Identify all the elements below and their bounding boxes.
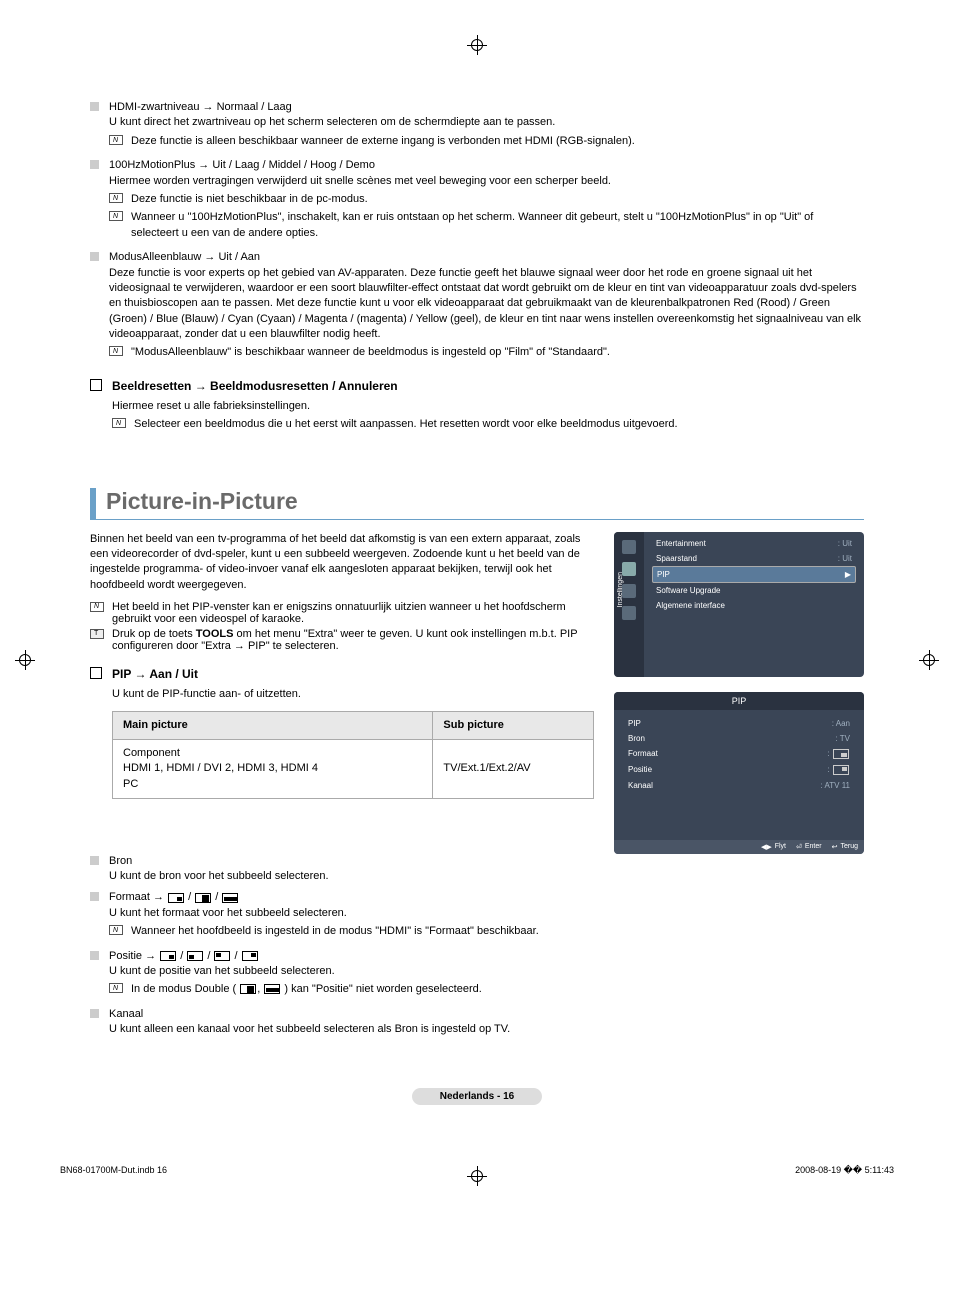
menu-row: Kanaal: ATV 11 [624, 778, 854, 793]
note-text: Wanneer het hoofdbeeld is ingesteld in d… [131, 924, 539, 939]
menu-row-selected: PIP▶ [652, 566, 856, 583]
note-icon [109, 193, 123, 203]
format-double-v-icon [264, 984, 280, 994]
menu-row: Bron: TV [624, 731, 854, 746]
item-title: Formaat → / / [109, 890, 864, 905]
note-icon [109, 211, 123, 221]
table-header: Sub picture [433, 711, 594, 739]
item-desc: U kunt de bron voor het subbeeld selecte… [109, 869, 864, 884]
table-cell: TV/Ext.1/Ext.2/AV [433, 739, 594, 798]
note-text: In de modus Double ( , ) kan "Positie" n… [131, 982, 482, 997]
enter-icon: ⏎ [796, 843, 802, 851]
menu-row: Entertainment: Uit [652, 536, 856, 551]
note-text: "ModusAlleenblauw" is beschikbaar wannee… [131, 345, 610, 360]
note-text: Deze functie is alleen beschikbaar wanne… [131, 134, 635, 149]
menu-header: PIP [614, 692, 864, 710]
menu-row: Software Upgrade [652, 583, 856, 598]
section-title: PIP → Aan / Uit [112, 667, 198, 681]
move-icon: ◀▶ [761, 843, 772, 851]
note-icon [112, 418, 126, 428]
note-text: Wanneer u "100HzMotionPlus", inschakelt,… [131, 210, 864, 241]
bullet-icon [90, 102, 99, 111]
note-text: Het beeld in het PIP-venster kan er enig… [112, 601, 594, 625]
bullet-icon [90, 892, 99, 901]
tools-icon [90, 629, 104, 639]
table-cell: Component HDMI 1, HDMI / DVI 2, HDMI 3, … [113, 739, 433, 798]
note-icon [90, 602, 104, 612]
tv-menu-pip: PIP PIP: Aan Bron: TV Formaat : Positie … [614, 692, 864, 854]
item-blue: ModusAlleenblauw → Uit / Aan Deze functi… [90, 250, 864, 364]
item-desc: U kunt het formaat voor het subbeeld sel… [109, 906, 864, 921]
item-desc: U kunt alleen een kanaal voor het subbee… [109, 1022, 864, 1037]
menu-row: Formaat : [624, 746, 854, 762]
item-desc: Hiermee worden vertragingen verwijderd u… [109, 174, 864, 189]
note-icon [109, 983, 123, 993]
tool-text: Druk op de toets TOOLS om het menu "Extr… [112, 628, 594, 652]
section-title: Beeldresetten → Beeldmodusresetten / Ann… [112, 379, 398, 393]
format-double-h-icon [240, 984, 256, 994]
note-icon [109, 135, 123, 145]
item-desc: U kunt direct het zwartniveau op het sch… [109, 115, 864, 130]
footer-right: 2008-08-19 �� 5:11:43 [795, 1165, 894, 1176]
format-double-h-icon [195, 893, 211, 903]
heading-pip: Picture-in-Picture [90, 488, 864, 520]
item-desc: Deze functie is voor experts op het gebi… [109, 266, 864, 343]
format-double-v-icon [222, 893, 238, 903]
section-pip-onoff: PIP → Aan / Uit [90, 667, 594, 681]
play-icon [622, 540, 636, 554]
gear-icon [622, 562, 636, 576]
bullet-icon [90, 856, 99, 865]
input-icon [622, 584, 636, 598]
item-desc: U kunt de positie van het subbeeld selec… [109, 964, 864, 979]
item-formaat: Formaat → / / U kunt het formaat voor he… [90, 890, 864, 942]
pip-table: Main picture Sub picture Component HDMI … [112, 711, 594, 800]
onoff-desc: U kunt de PIP-functie aan- of uitzetten. [112, 687, 594, 702]
bullet-icon [90, 252, 99, 261]
tv-menu-instellingen: Instellingen Entertainment: Uit Spaarsta… [614, 532, 864, 677]
menu-row: Positie : [624, 762, 854, 778]
item-title: Positie → / / / [109, 949, 864, 964]
pos-tr-icon [242, 951, 258, 961]
return-icon: ↩ [832, 843, 838, 851]
item-motion: 100HzMotionPlus → Uit / Laag / Middel / … [90, 158, 864, 244]
item-title: 100HzMotionPlus → Uit / Laag / Middel / … [109, 158, 864, 173]
note-icon [109, 346, 123, 356]
table-header: Main picture [113, 711, 433, 739]
footer-left: BN68-01700M-Dut.indb 16 [60, 1165, 167, 1176]
note-icon [109, 925, 123, 935]
bullet-icon [90, 951, 99, 960]
item-title: Bron [109, 854, 864, 869]
item-title: Kanaal [109, 1007, 864, 1022]
item-kanaal: Kanaal U kunt alleen een kanaal voor het… [90, 1007, 864, 1038]
menu-row: PIP: Aan [624, 716, 854, 731]
checkbox-icon [90, 667, 102, 679]
support-icon [622, 606, 636, 620]
format-small-icon [168, 893, 184, 903]
reset-desc: Hiermee reset u alle fabrieksinstellinge… [112, 399, 864, 414]
bullet-icon [90, 1009, 99, 1018]
tv-sidebar: Instellingen [614, 532, 644, 677]
checkbox-icon [90, 379, 102, 391]
item-hdmi: HDMI-zwartniveau → Normaal / Laag U kunt… [90, 100, 864, 152]
item-bron: Bron U kunt de bron voor het subbeeld se… [90, 854, 864, 885]
menu-row: Spaarstand: Uit [652, 551, 856, 566]
bullet-icon [90, 160, 99, 169]
pos-br-icon [160, 951, 176, 961]
section-reset: Beeldresetten → Beeldmodusresetten / Ann… [90, 379, 864, 393]
menu-row: Algemene interface [652, 598, 856, 613]
pip-intro: Binnen het beeld van een tv-programma of… [90, 532, 594, 594]
note-text: Deze functie is niet beschikbaar in de p… [131, 192, 368, 207]
pos-bl-icon [187, 951, 203, 961]
item-title: ModusAlleenblauw → Uit / Aan [109, 250, 864, 265]
item-title: HDMI-zwartniveau → Normaal / Laag [109, 100, 864, 115]
page-number: Nederlands - 16 [412, 1088, 542, 1105]
item-positie: Positie → / / / U kunt de positie van he… [90, 949, 864, 1001]
menu-footer: ◀▶Flyt ⏎Enter ↩Terug [614, 840, 864, 854]
pos-tl-icon [214, 951, 230, 961]
note-text: Selecteer een beeldmodus die u het eerst… [134, 417, 678, 432]
